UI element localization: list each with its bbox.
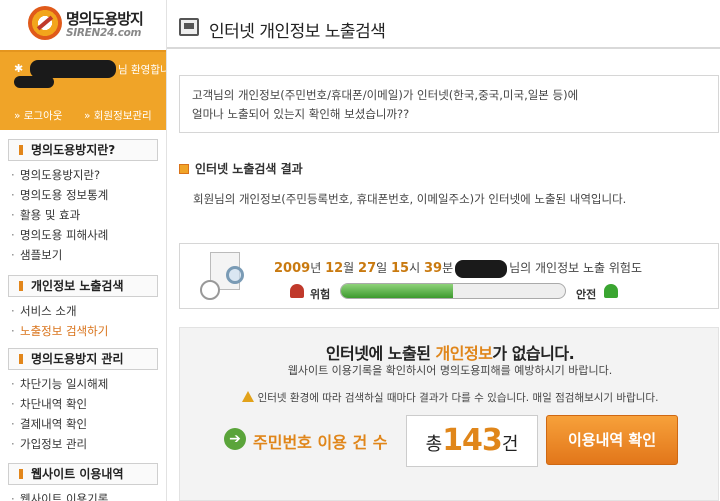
sidebar-item-about[interactable]: 명의도용방지란?: [8, 165, 158, 185]
count-label: 주민번호 이용 건 수: [253, 433, 388, 452]
minute-unit: 분: [442, 261, 454, 275]
title-divider: [167, 47, 720, 49]
arrow-right-icon: ➔: [224, 428, 246, 450]
sidebar-item-unblock[interactable]: 차단기능 일시해제: [8, 374, 158, 394]
document-search-icon: [200, 250, 252, 304]
sidebar-item-search[interactable]: 노출정보 검색하기: [8, 321, 158, 341]
menu-head-search[interactable]: 개인정보 노출검색: [8, 275, 158, 297]
site-logo[interactable]: 명의도용방지 SIREN24.com: [0, 0, 166, 46]
menu-head-manage[interactable]: 명의도용방지 관리: [8, 348, 158, 370]
danger-lamp-icon: [290, 284, 304, 298]
logo-name: 명의도용방지: [66, 10, 144, 28]
count-value: 143: [442, 423, 503, 458]
page-title: 인터넷 개인정보 노출검색: [209, 22, 386, 42]
sidebar: 명의도용방지 SIREN24.com ✱ 님 환영합니다. » 로그아웃 » 회…: [0, 0, 183, 501]
count-panel: ➔ 주민번호 이용 건 수 총143건 이용내역 확인: [220, 415, 680, 469]
sidebar-item-website-log[interactable]: 웹사이트 이용기록: [8, 489, 158, 501]
count-suffix: 건: [501, 434, 519, 455]
month: 12: [325, 261, 344, 276]
redacted-username-2: [14, 76, 54, 88]
day: 27: [358, 261, 377, 276]
sidebar-item-block-history[interactable]: 차단내역 확인: [8, 394, 158, 414]
safe-lamp-icon: [604, 284, 618, 298]
menu-head-website[interactable]: 웹사이트 이용내역: [8, 463, 158, 485]
warning-text: 인터넷 환경에 따라 검색하실 때마다 결과가 다를 수 있습니다. 매일 점검…: [257, 392, 659, 404]
user-box: ✱ 님 환영합니다. » 로그아웃 » 회원정보관리: [0, 50, 183, 130]
safe-label: 안전: [576, 288, 597, 301]
minute: 39: [423, 261, 443, 276]
risk-gauge: [340, 283, 566, 299]
bullet-icon: [179, 164, 189, 174]
sidebar-item-effects[interactable]: 활용 및 효과: [8, 205, 158, 225]
month-unit: 월: [343, 261, 355, 275]
year-unit: 년: [310, 261, 322, 275]
menu-section-website: 웹사이트 이용내역 웹사이트 이용기록: [8, 463, 158, 501]
sidebar-item-account[interactable]: 가입정보 관리: [8, 434, 158, 454]
account-link[interactable]: » 회원정보관리: [84, 108, 152, 123]
result-subtitle: 웹사이트 이용기록을 확인하시어 명의도용피해를 예방하시기 바랍니다.: [287, 364, 613, 377]
title-post: 가 없습니다.: [492, 344, 575, 363]
hour: 15: [391, 261, 410, 276]
monitor-icon: [179, 18, 199, 36]
count-box: 총143건: [406, 415, 538, 467]
view-history-button[interactable]: 이용내역 확인: [546, 415, 678, 465]
result-heading-text: 인터넷 노출검색 결과: [195, 162, 303, 176]
sidebar-item-cases[interactable]: 명의도용 피해사례: [8, 225, 158, 245]
result-title: 인터넷에 노출된 개인정보가 없습니다.: [180, 340, 720, 364]
star-icon: ✱: [14, 62, 24, 75]
risk-suffix: 님의 개인정보 노출 위험도: [509, 261, 642, 275]
risk-box: 2009년 12월 27일 15시 39분 님의 개인정보 노출 위험도 위험 안…: [179, 243, 719, 309]
sidebar-item-intro[interactable]: 서비스 소개: [8, 301, 158, 321]
title-pre: 인터넷에 노출된: [325, 344, 436, 363]
warning-icon: [241, 391, 254, 402]
risk-timestamp: 2009년 12월 27일 15시 39분 님의 개인정보 노출 위험도: [274, 259, 642, 278]
menu-section-search: 개인정보 노출검색 서비스 소개 노출정보 검색하기: [8, 275, 158, 341]
intro-line-1: 고객님의 개인정보(주민번호/휴대폰/이메일)가 인터넷(한국,중국,미국,일본…: [192, 88, 579, 102]
result-warning: 인터넷 환경에 따라 검색하실 때마다 결과가 다를 수 있습니다. 매일 점검…: [180, 390, 720, 405]
menu-section-manage: 명의도용방지 관리 차단기능 일시해제 차단내역 확인 결제내역 확인 가입정보…: [8, 348, 158, 454]
danger-label: 위험: [310, 288, 331, 301]
logout-link[interactable]: » 로그아웃: [14, 108, 62, 123]
sidebar-item-payments[interactable]: 결제내역 확인: [8, 414, 158, 434]
result-summary-box: 인터넷에 노출된 개인정보가 없습니다. 웹사이트 이용기록을 확인하시어 명의…: [179, 327, 719, 501]
count-prefix: 총: [425, 434, 443, 455]
risk-gauge-fill: [341, 284, 453, 298]
intro-line-2: 얼마나 노출되어 있는지 확인해 보셨습니까??: [192, 107, 410, 121]
menu-head-about[interactable]: 명의도용방지란?: [8, 139, 158, 161]
sidebar-item-sample[interactable]: 샘플보기: [8, 245, 158, 265]
main-content: 인터넷 개인정보 노출검색 고객님의 개인정보(주민번호/휴대폰/이메일)가 인…: [167, 0, 720, 501]
hour-unit: 시: [409, 261, 421, 275]
day-unit: 일: [376, 261, 388, 275]
sidebar-item-stats[interactable]: 명의도용 정보통계: [8, 185, 158, 205]
intro-box: 고객님의 개인정보(주민번호/휴대폰/이메일)가 인터넷(한국,중국,미국,일본…: [179, 75, 719, 133]
menu-section-about: 명의도용방지란? 명의도용방지란? 명의도용 정보통계 활용 및 효과 명의도용…: [8, 139, 158, 265]
result-description: 회원님의 개인정보(주민등록번호, 휴대폰번호, 이메일주소)가 인터넷에 노출…: [193, 192, 627, 206]
redacted-name: [455, 259, 508, 278]
result-heading: 인터넷 노출검색 결과: [179, 160, 303, 177]
title-highlight: 개인정보: [435, 344, 493, 363]
siren-logo-icon: [28, 6, 62, 40]
year: 2009: [274, 261, 311, 276]
logo-url: SIREN24.com: [66, 27, 142, 39]
